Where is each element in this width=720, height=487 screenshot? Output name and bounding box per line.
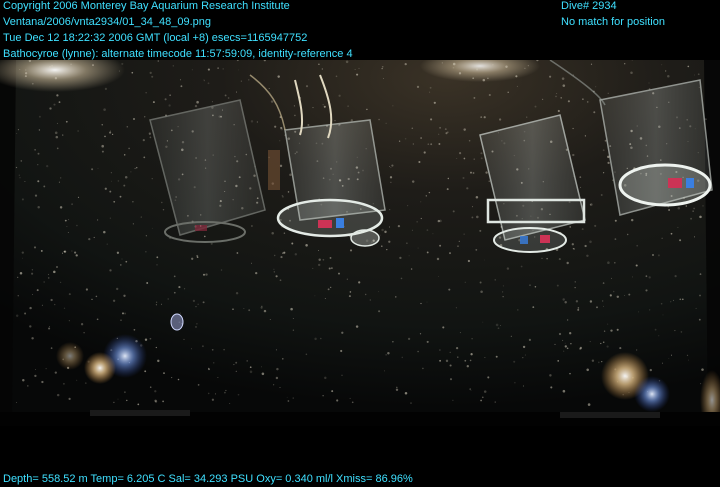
overlay-annotation: Bathocyroe (lynne): alternate timecode 1… [3,46,353,62]
lens-flare-right-blue [634,376,670,412]
overlay-copyright: Copyright 2006 Monterey Bay Aquarium Res… [3,0,290,14]
overlay-telemetry: Depth= 558.52 m Temp= 6.205 C Sal= 34.29… [3,471,413,487]
overlay-datetime: Tue Dec 12 18:22:32 2006 GMT (local +8) … [3,30,307,46]
underwater-scene [0,60,720,426]
overlay-dive-number: Dive# 2934 [561,0,617,14]
ctenophore [171,314,183,330]
overlay-position-status: No match for position [561,14,665,30]
lens-flare-left [84,352,116,384]
overlay-file-path: Ventana/2006/vnta2934/01_34_48_09.png [3,14,211,30]
